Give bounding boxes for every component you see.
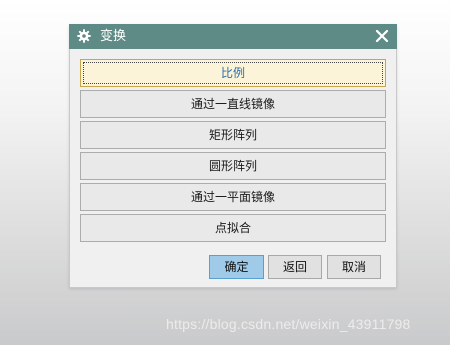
option-mirror-plane[interactable]: 通过一平面镜像	[80, 183, 386, 211]
cancel-button[interactable]: 取消	[327, 255, 381, 279]
option-mirror-line[interactable]: 通过一直线镜像	[80, 90, 386, 118]
back-button[interactable]: 返回	[268, 255, 322, 279]
option-scale[interactable]: 比例	[80, 59, 386, 87]
transform-dialog: 变换 比例 通过一直线镜像 矩形阵列 圆形阵列 通过一平面镜像 点拟合 确定 返…	[69, 24, 397, 288]
watermark-url: https://blog.csdn.net/weixin_43911798	[166, 316, 411, 332]
option-rectangular-array[interactable]: 矩形阵列	[80, 121, 386, 149]
ok-button[interactable]: 确定	[209, 255, 264, 279]
dialog-titlebar[interactable]: 变换	[69, 24, 397, 49]
option-circular-array[interactable]: 圆形阵列	[80, 152, 386, 180]
dialog-title: 变换	[100, 29, 127, 44]
option-point-fit[interactable]: 点拟合	[80, 214, 386, 242]
gear-icon	[77, 29, 91, 43]
close-icon[interactable]	[375, 29, 389, 43]
